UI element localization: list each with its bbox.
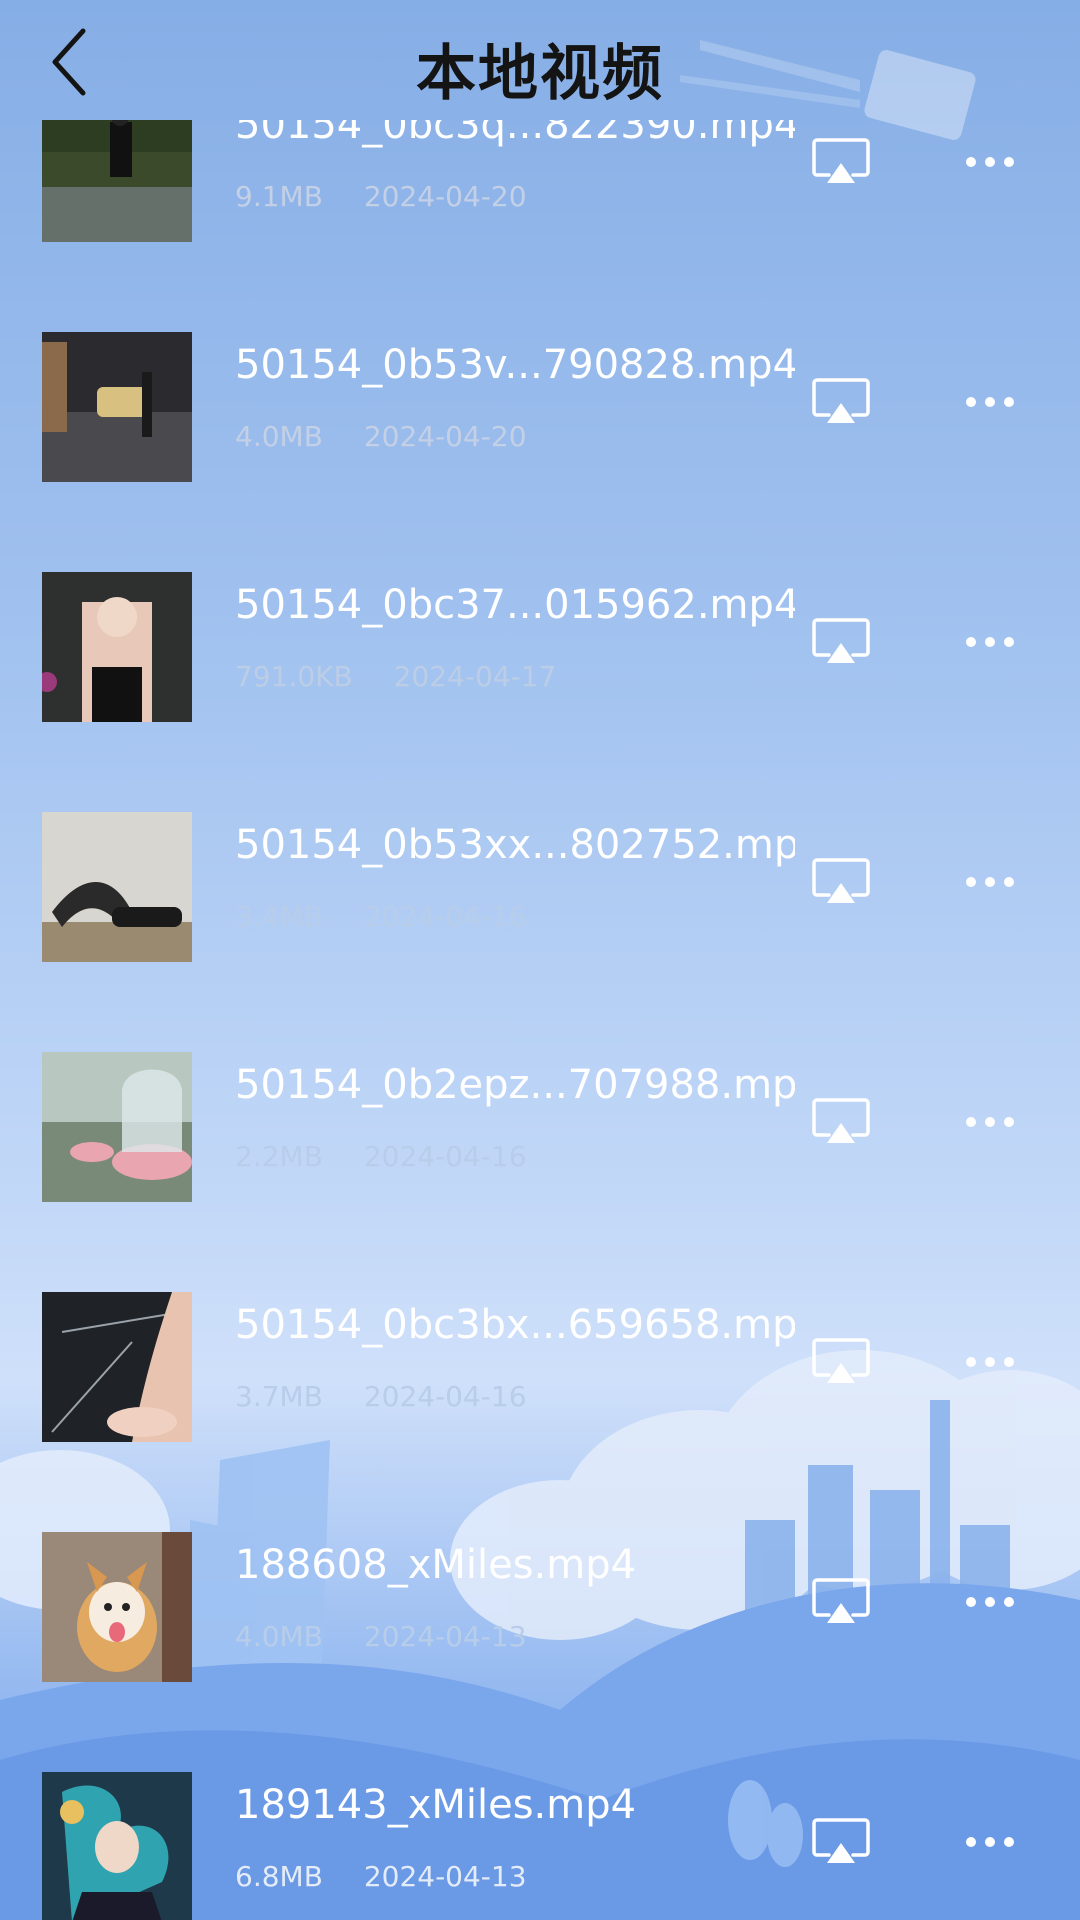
more-horizontal-icon	[966, 1117, 1014, 1127]
video-filename: 50154_0bc37...015962.mp4	[235, 582, 795, 628]
list-item[interactable]: 50154_0b2epz...707988.mp4 2.2MB 2024-04-…	[0, 1052, 1080, 1292]
video-list[interactable]: 50154_0bc3q...822390.mp4 9.1MB 2024-04-2…	[0, 120, 1080, 1920]
video-size: 6.8MB	[235, 1860, 323, 1893]
more-horizontal-icon	[966, 877, 1014, 887]
video-meta: 2.2MB 2024-04-16	[235, 1140, 559, 1173]
screen-cast-icon	[812, 858, 870, 903]
video-date: 2024-04-20	[363, 420, 527, 453]
video-size: 4.0MB	[235, 420, 323, 453]
video-date: 2024-04-16	[363, 900, 527, 933]
cast-button[interactable]	[805, 126, 877, 198]
more-button[interactable]	[955, 1342, 1025, 1382]
video-meta: 9.1MB 2024-04-20	[235, 180, 559, 213]
video-date: 2024-04-16	[363, 1140, 527, 1173]
screen-cast-icon	[812, 618, 870, 663]
more-button[interactable]	[955, 1102, 1025, 1142]
video-size: 3.7MB	[235, 1380, 323, 1413]
video-thumbnail[interactable]	[42, 120, 192, 242]
screen-cast-icon	[812, 138, 870, 183]
video-size: 9.1MB	[235, 180, 323, 213]
video-date: 2024-04-13	[363, 1620, 527, 1653]
cast-button[interactable]	[805, 366, 877, 438]
list-item[interactable]: 50154_0b53v...790828.mp4 4.0MB 2024-04-2…	[0, 332, 1080, 572]
list-item[interactable]: 50154_0b53xx...802752.mp4 3.4MB 2024-04-…	[0, 812, 1080, 1052]
video-filename: 50154_0bc3q...822390.mp4	[235, 120, 795, 148]
list-item[interactable]: 50154_0bc37...015962.mp4 791.0KB 2024-04…	[0, 572, 1080, 812]
cast-button[interactable]	[805, 1326, 877, 1398]
screen-cast-icon	[812, 1578, 870, 1623]
video-filename: 50154_0b2epz...707988.mp4	[235, 1062, 795, 1108]
video-thumbnail[interactable]	[42, 812, 192, 962]
cast-button[interactable]	[805, 1086, 877, 1158]
list-item[interactable]: 50154_0bc3q...822390.mp4 9.1MB 2024-04-2…	[0, 120, 1080, 332]
more-button[interactable]	[955, 622, 1025, 662]
video-meta: 3.4MB 2024-04-16	[235, 900, 559, 933]
list-item[interactable]: 188608_xMiles.mp4 4.0MB 2024-04-13	[0, 1532, 1080, 1772]
page-title: 本地视频	[416, 39, 664, 109]
video-filename: 50154_0b53xx...802752.mp4	[235, 822, 795, 868]
video-thumbnail[interactable]	[42, 572, 192, 722]
video-meta: 4.0MB 2024-04-13	[235, 1620, 559, 1653]
more-horizontal-icon	[966, 397, 1014, 407]
video-date: 2024-04-17	[393, 660, 557, 693]
video-thumbnail[interactable]	[42, 1532, 192, 1682]
video-date: 2024-04-20	[363, 180, 527, 213]
video-size: 4.0MB	[235, 1620, 323, 1653]
cast-button[interactable]	[805, 606, 877, 678]
video-thumbnail[interactable]	[42, 1052, 192, 1202]
more-button[interactable]	[955, 382, 1025, 422]
cast-button[interactable]	[805, 846, 877, 918]
list-item[interactable]: 189143_xMiles.mp4 6.8MB 2024-04-13	[0, 1772, 1080, 1920]
video-filename: 50154_0bc3bx...659658.mp4	[235, 1302, 795, 1348]
more-horizontal-icon	[966, 637, 1014, 647]
more-horizontal-icon	[966, 1357, 1014, 1367]
more-button[interactable]	[955, 862, 1025, 902]
video-filename: 188608_xMiles.mp4	[235, 1542, 637, 1588]
list-item[interactable]: 50154_0bc3bx...659658.mp4 3.7MB 2024-04-…	[0, 1292, 1080, 1532]
video-thumbnail[interactable]	[42, 1772, 192, 1920]
cast-button[interactable]	[805, 1806, 877, 1878]
video-filename: 50154_0b53v...790828.mp4	[235, 342, 795, 388]
video-size: 2.2MB	[235, 1140, 323, 1173]
more-button[interactable]	[955, 1822, 1025, 1862]
video-size: 791.0KB	[235, 660, 353, 693]
video-meta: 4.0MB 2024-04-20	[235, 420, 559, 453]
screen-cast-icon	[812, 1338, 870, 1383]
video-date: 2024-04-16	[363, 1380, 527, 1413]
video-date: 2024-04-13	[363, 1860, 527, 1893]
cast-button[interactable]	[805, 1566, 877, 1638]
screen-cast-icon	[812, 378, 870, 423]
video-meta: 3.7MB 2024-04-16	[235, 1380, 559, 1413]
screen-cast-icon	[812, 1098, 870, 1143]
more-button[interactable]	[955, 142, 1025, 182]
video-size: 3.4MB	[235, 900, 323, 933]
video-filename: 189143_xMiles.mp4	[235, 1782, 637, 1828]
video-thumbnail[interactable]	[42, 1292, 192, 1442]
video-meta: 791.0KB 2024-04-17	[235, 660, 588, 693]
more-horizontal-icon	[966, 1597, 1014, 1607]
video-meta: 6.8MB 2024-04-13	[235, 1860, 559, 1893]
more-button[interactable]	[955, 1582, 1025, 1622]
video-thumbnail[interactable]	[42, 332, 192, 482]
screen-cast-icon	[812, 1818, 870, 1863]
more-horizontal-icon	[966, 1837, 1014, 1847]
app-header: 本地视频	[0, 0, 1080, 130]
more-horizontal-icon	[966, 157, 1014, 167]
